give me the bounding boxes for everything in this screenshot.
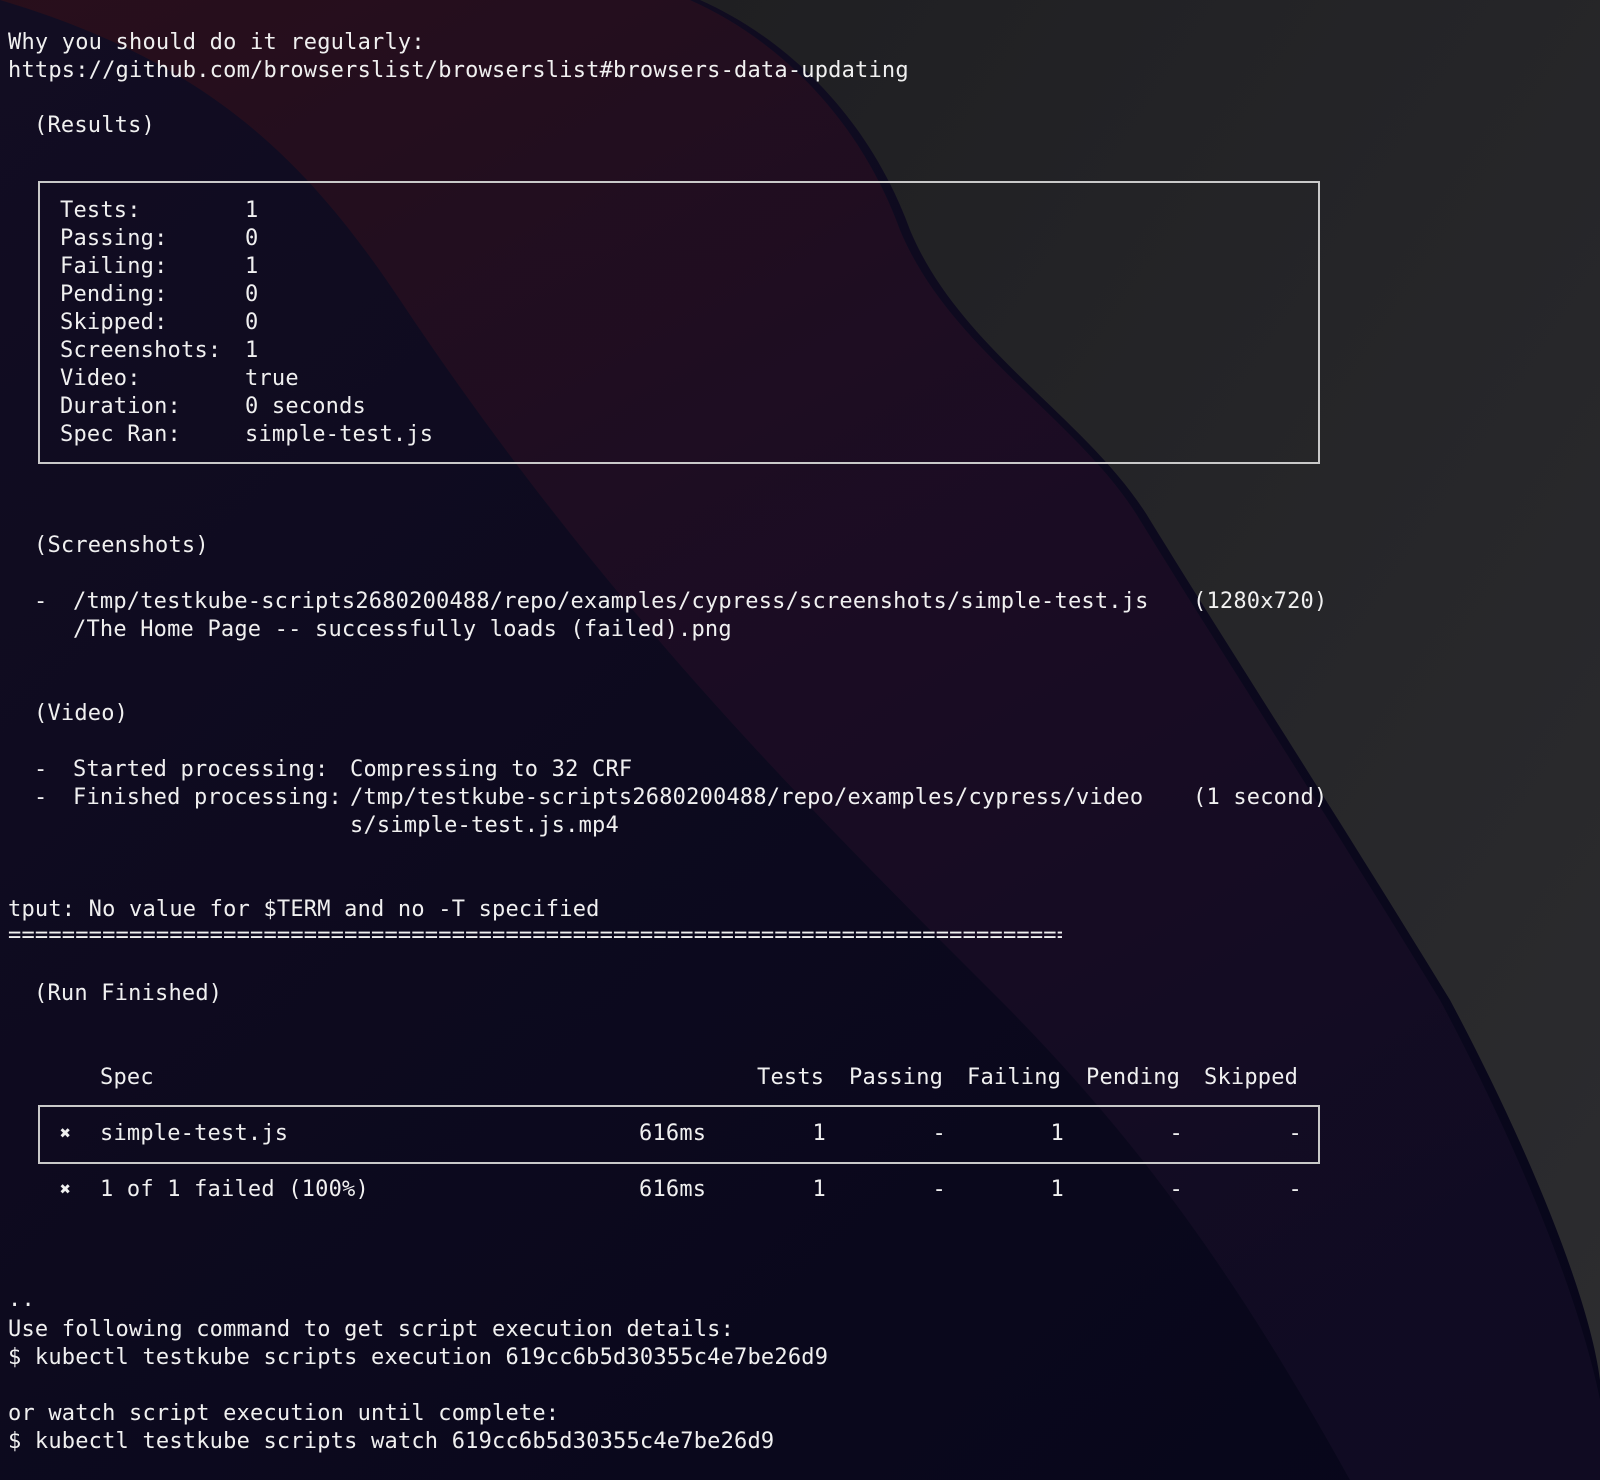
results-value-duration: 0 seconds	[245, 394, 367, 419]
browserslist-hint: Why you should do it regularly:	[8, 30, 425, 55]
results-label-passing: Passing:	[60, 226, 168, 251]
results-value-video: true	[245, 366, 299, 391]
video-finished-path-line2: s/simple-test.js.mp4	[350, 813, 619, 838]
summary-failing: 1	[1050, 1177, 1064, 1202]
spec-skipped: -	[1288, 1121, 1302, 1146]
results-label-duration: Duration:	[60, 394, 182, 419]
results-label-screenshots: Screenshots:	[60, 338, 222, 363]
spec-passing: -	[932, 1121, 946, 1146]
col-header-skipped: Skipped	[1204, 1065, 1299, 1090]
watch-label: or watch script execution until complete…	[8, 1401, 560, 1426]
progress-dots: ..	[8, 1287, 35, 1312]
spec-tests: 1	[812, 1121, 826, 1146]
spec-pending: -	[1169, 1121, 1183, 1146]
video-started-bullet: -	[34, 757, 48, 782]
details-command: $ kubectl testkube scripts execution 619…	[8, 1345, 829, 1370]
results-label-spec: Spec Ran:	[60, 422, 182, 447]
results-label-video: Video:	[60, 366, 141, 391]
spec-duration: 616ms	[639, 1121, 707, 1146]
run-finished-heading: (Run Finished)	[34, 981, 223, 1006]
watch-command: $ kubectl testkube scripts watch 619cc6b…	[8, 1429, 775, 1454]
spec-failed-icon: ✖	[60, 1123, 72, 1144]
results-label-failing: Failing:	[60, 254, 168, 279]
results-value-pending: 0	[245, 282, 259, 307]
col-header-tests: Tests	[757, 1065, 825, 1090]
terminal-output: Why you should do it regularly: https://…	[0, 0, 1600, 1480]
details-label: Use following command to get script exec…	[8, 1317, 735, 1342]
results-value-passing: 0	[245, 226, 259, 251]
summary-passing: -	[932, 1177, 946, 1202]
col-header-pending: Pending	[1086, 1065, 1181, 1090]
results-label-pending: Pending:	[60, 282, 168, 307]
summary-failed-icon: ✖	[60, 1179, 72, 1200]
summary-text: 1 of 1 failed (100%)	[100, 1177, 369, 1202]
results-value-skipped: 0	[245, 310, 259, 335]
results-value-tests: 1	[245, 198, 259, 223]
screenshots-bullet: -	[34, 589, 48, 614]
screenshot-path-line1: /tmp/testkube-scripts2680200488/repo/exa…	[73, 589, 1149, 614]
video-finished-path-line1: /tmp/testkube-scripts2680200488/repo/exa…	[350, 785, 1144, 810]
results-value-spec: simple-test.js	[245, 422, 434, 447]
separator-line: ========================================…	[8, 923, 1062, 948]
screenshot-path-line2: /The Home Page -- successfully loads (fa…	[73, 617, 732, 642]
summary-duration: 616ms	[639, 1177, 707, 1202]
results-box	[38, 181, 1320, 464]
video-started-label: Started processing:	[73, 757, 329, 782]
spec-failing: 1	[1050, 1121, 1064, 1146]
screenshots-heading: (Screenshots)	[34, 533, 209, 558]
col-header-passing: Passing	[849, 1065, 944, 1090]
browserslist-url: https://github.com/browserslist/browsers…	[8, 58, 909, 83]
tput-warning: tput: No value for $TERM and no -T speci…	[8, 897, 600, 922]
col-header-spec: Spec	[100, 1065, 154, 1090]
summary-skipped: -	[1288, 1177, 1302, 1202]
col-header-failing: Failing	[967, 1065, 1062, 1090]
summary-pending: -	[1169, 1177, 1183, 1202]
video-finished-bullet: -	[34, 785, 48, 810]
results-value-screenshots: 1	[245, 338, 259, 363]
video-finished-time: (1 second)	[1193, 785, 1328, 810]
video-finished-label: Finished processing:	[73, 785, 342, 810]
results-heading: (Results)	[34, 113, 156, 138]
screenshot-dimensions: (1280x720)	[1193, 589, 1328, 614]
results-label-tests: Tests:	[60, 198, 141, 223]
video-heading: (Video)	[34, 701, 129, 726]
summary-tests: 1	[812, 1177, 826, 1202]
spec-name: simple-test.js	[100, 1121, 289, 1146]
video-started-value: Compressing to 32 CRF	[350, 757, 633, 782]
results-value-failing: 1	[245, 254, 259, 279]
results-label-skipped: Skipped:	[60, 310, 168, 335]
